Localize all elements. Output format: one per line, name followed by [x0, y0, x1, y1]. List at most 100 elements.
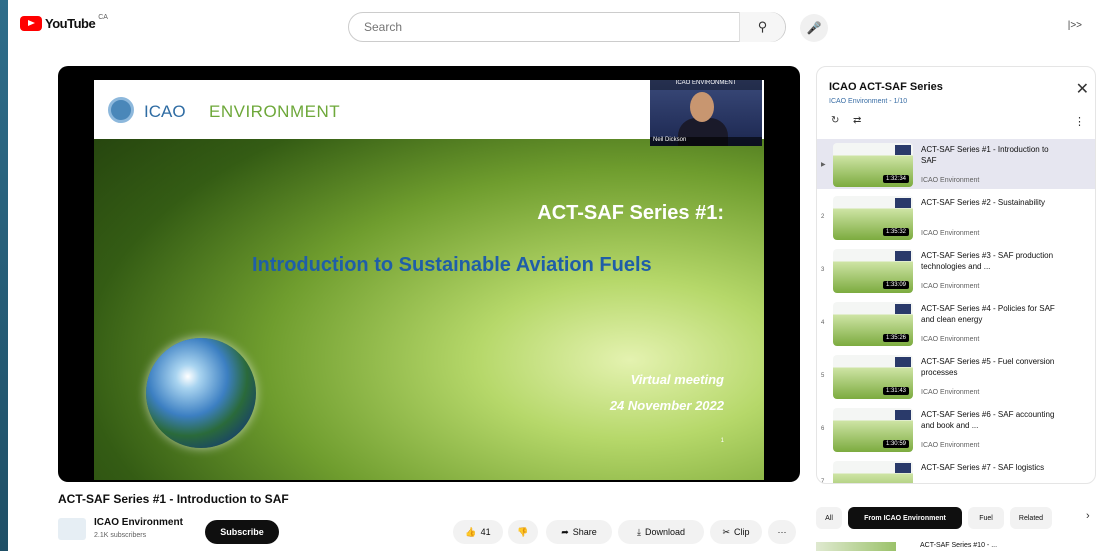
chip-fuel[interactable]: Fuel	[968, 507, 1004, 529]
search-icon: ⚲	[757, 19, 768, 34]
thumbnail-speaker-inset	[895, 357, 911, 367]
thumbnail-speaker-inset	[895, 145, 911, 155]
youtube-play-icon	[20, 16, 42, 31]
clip-button[interactable]: ✂ Clip	[710, 520, 762, 544]
share-icon: ➦	[561, 526, 569, 537]
like-count: 41	[480, 527, 491, 537]
playlist-item-duration: 1:35:32	[882, 228, 909, 236]
playlist-item-thumbnail: 1:30:59	[833, 408, 913, 452]
playlist-item-thumbnail: 1:33:09	[833, 249, 913, 293]
share-button[interactable]: ➦ Share	[546, 520, 612, 544]
chip-related[interactable]: Related	[1010, 507, 1052, 529]
playlist-item-duration: 1:30:59	[882, 440, 909, 448]
playlist-item-index: 6	[821, 426, 825, 432]
more-vert-icon[interactable]: ⋮	[1074, 115, 1085, 128]
subscriber-count: 2.1K subscribers	[94, 532, 147, 539]
logo-text: YouTube	[45, 16, 96, 31]
slide-subtitle-line2: 24 November 2022	[609, 398, 724, 413]
thumbnail-speaker-inset	[895, 463, 911, 473]
playlist-item-title: ACT-SAF Series #4 - Policies for SAF and…	[921, 304, 1055, 324]
playlist-subtitle[interactable]: ICAO Environment - 1/10	[829, 98, 907, 105]
recommended-thumbnail	[816, 542, 896, 551]
slide-page-number: 1	[720, 438, 724, 444]
playlist-item-title: ACT-SAF Series #7 - SAF logistics	[921, 463, 1045, 472]
playlist-item[interactable]: 4 1:35:26 ACT-SAF Series #4 - Policies f…	[817, 298, 1095, 348]
globe-image	[146, 338, 256, 448]
thumbs-down-icon: 👎	[517, 526, 529, 537]
playlist-item-title: ACT-SAF Series #1 - Introduction to SAF	[921, 145, 1049, 165]
playlist-item[interactable]: 7 ACT-SAF Series #7 - SAF logistics	[817, 457, 1095, 484]
playlist-item-channel: ICAO Environment	[921, 389, 980, 396]
share-label: Share	[572, 527, 597, 537]
playlist-item-channel: ICAO Environment	[921, 177, 980, 184]
playlist-item-duration: 1:32:34	[882, 175, 909, 183]
playlist-item-index: 4	[821, 320, 825, 326]
playlist-item[interactable]: 3 1:33:09 ACT-SAF Series #3 - SAF produc…	[817, 245, 1095, 295]
clip-label: Clip	[734, 527, 750, 537]
playlist-item-channel: ICAO Environment	[921, 442, 980, 449]
playlist-item-title: ACT-SAF Series #6 - SAF accounting and b…	[921, 410, 1055, 430]
playlist-item-thumbnail: 1:35:32	[833, 196, 913, 240]
presentation-slide: ICAO ENVIRONMENT ICAO ENVIRONMENT Neil D…	[94, 80, 764, 480]
chip-all[interactable]: All	[816, 507, 842, 529]
playlist-item[interactable]: 5 1:31:43 ACT-SAF Series #5 - Fuel conve…	[817, 351, 1095, 401]
slide-title-line1: ACT-SAF Series #1:	[537, 202, 724, 224]
playlist-item-title: ACT-SAF Series #2 - Sustainability	[921, 198, 1046, 207]
top-right-control[interactable]: |>>	[1068, 20, 1082, 31]
icao-emblem-icon	[108, 97, 134, 123]
playlist-title[interactable]: ICAO ACT-SAF Series	[829, 81, 943, 93]
shuffle-icon[interactable]: ⇄	[853, 115, 861, 126]
playlist-item-thumbnail: 1:35:26	[833, 302, 913, 346]
thumbnail-speaker-inset	[895, 304, 911, 314]
playlist-item[interactable]: 2 1:35:32 ACT-SAF Series #2 - Sustainabi…	[817, 192, 1095, 242]
search-button[interactable]: ⚲	[739, 12, 785, 42]
playlist-item-channel: ICAO Environment	[921, 336, 980, 343]
video-player[interactable]: ICAO ENVIRONMENT ICAO ENVIRONMENT Neil D…	[58, 66, 800, 482]
playlist-item-index: 5	[821, 373, 825, 379]
playlist-item-title: ACT-SAF Series #5 - Fuel conversion proc…	[921, 357, 1055, 377]
playlist-item-thumbnail	[833, 461, 913, 483]
playlist-item-title: ACT-SAF Series #3 - SAF production techn…	[921, 251, 1054, 271]
search-input[interactable]	[349, 13, 729, 41]
playlist-item-thumbnail: 1:32:34	[833, 143, 913, 187]
speaker-caption: Neil Dickson	[650, 137, 762, 146]
recommended-video[interactable]: ACT-SAF Series #10 - ...	[816, 542, 1096, 551]
subscribe-button[interactable]: Subscribe	[205, 520, 279, 544]
slide-subtitle-line1: Virtual meeting	[630, 372, 724, 387]
dislike-button[interactable]: 👎	[508, 520, 538, 544]
playlist-item-duration: 1:35:26	[882, 334, 909, 342]
thumbnail-speaker-inset	[895, 198, 911, 208]
slide-title-line2: Introduction to Sustainable Aviation Fue…	[252, 254, 652, 276]
chevron-right-icon[interactable]: ›	[1086, 510, 1090, 522]
playlist-item-thumbnail: 1:31:43	[833, 355, 913, 399]
playlist-item-duration: 1:33:09	[882, 281, 909, 289]
channel-name[interactable]: ICAO Environment	[94, 517, 183, 528]
thumbnail-speaker-inset	[895, 251, 911, 261]
chip-from-channel[interactable]: From ICAO Environment	[848, 507, 962, 529]
voice-search-button[interactable]: 🎤	[800, 14, 828, 42]
more-actions-button[interactable]: ···	[768, 520, 796, 544]
playlist-item[interactable]: 6 1:30:59 ACT-SAF Series #6 - SAF accoun…	[817, 404, 1095, 454]
playlist-panel: ICAO ACT-SAF Series ICAO Environment - 1…	[816, 66, 1096, 484]
thumbs-up-icon: 👍	[465, 526, 477, 537]
playlist-item-index: 3	[821, 267, 825, 273]
recommended-title: ACT-SAF Series #10 - ...	[920, 542, 998, 549]
playlist-item-index: ▶	[821, 162, 826, 168]
speaker-head	[690, 92, 714, 122]
download-label: Download	[644, 527, 685, 537]
microphone-icon: 🎤	[806, 21, 822, 35]
loop-icon[interactable]: ↻	[831, 115, 839, 126]
channel-avatar[interactable]	[58, 518, 86, 540]
close-icon[interactable]: ✕	[1076, 79, 1089, 99]
search-box: ⚲	[348, 12, 786, 42]
playlist-item-index: 7	[821, 479, 825, 484]
playlist-item-duration: 1:31:43	[882, 387, 909, 395]
youtube-logo[interactable]: YouTube CA	[20, 14, 108, 31]
slide-org: ICAO	[144, 102, 186, 121]
playlist-item[interactable]: ▶ 1:32:34 ACT-SAF Series #1 - Introducti…	[817, 139, 1095, 189]
like-button[interactable]: 👍 41	[453, 520, 503, 544]
speaker-video-inset: ICAO ENVIRONMENT Neil Dickson	[650, 80, 762, 146]
download-button[interactable]: ⤓ Download	[618, 520, 704, 544]
playlist-item-index: 2	[821, 214, 825, 220]
playlist-item-channel: ICAO Environment	[921, 283, 980, 290]
